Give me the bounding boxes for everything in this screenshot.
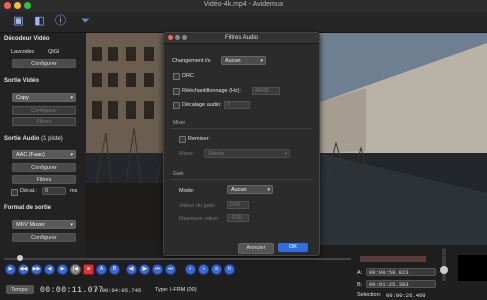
audio-delay-checkbox[interactable] <box>173 102 180 109</box>
output-format-heading: Format de sortie <box>4 205 52 211</box>
ok-button[interactable]: OK <box>278 243 308 252</box>
marker-b-value[interactable]: 00:01:25.383 <box>366 280 436 288</box>
audio-shift-input[interactable]: 0 <box>42 187 66 195</box>
gain-value-input[interactable]: 0.00 <box>227 201 249 209</box>
chevron-down-icon: ▾ <box>260 58 263 64</box>
audio-filters-dialog: Filtres Audio Changement i/s Aucun ▾ DRC … <box>163 32 320 256</box>
selection-value: 00:00:26.460 <box>386 292 426 299</box>
audio-codec-select[interactable]: AAC (Faac) ▾ <box>12 150 76 159</box>
dialog-title: Filtres Audio <box>224 35 258 41</box>
mixer-group-label: Mixer <box>173 120 186 126</box>
goto-end-icon[interactable]: ⏭ <box>165 264 176 275</box>
next-frame-icon[interactable]: ▶ <box>57 264 68 275</box>
audio-delay-input[interactable]: 0 <box>224 101 250 109</box>
volume-handle[interactable] <box>440 266 448 274</box>
lavcodec-label: Lavcodec <box>11 49 35 55</box>
prev-frame-icon[interactable]: ◀ <box>44 264 55 275</box>
video-filters-button[interactable]: Filtres <box>12 117 76 126</box>
filter-icon[interactable]: ⏷ <box>79 15 92 28</box>
muxer-select[interactable]: MKV Muxer ▾ <box>12 220 76 229</box>
mixer-group-divider <box>170 128 313 129</box>
video-output-heading: Sortie Vidéo <box>4 78 39 84</box>
audio-configure-button[interactable]: Configurer <box>12 163 76 172</box>
chevron-down-icon: ▾ <box>267 187 270 193</box>
video-configure-button[interactable]: Configurer <box>12 106 76 115</box>
format-configure-button[interactable]: Configurer <box>12 233 76 242</box>
save-icon[interactable]: ◧ <box>33 15 46 28</box>
time-button[interactable]: Temps: <box>6 285 34 294</box>
goto-a-icon[interactable]: a <box>211 264 222 275</box>
resample-label: Rééchantillonnage (Hz): <box>182 88 242 94</box>
goto-b-icon[interactable]: b <box>224 264 235 275</box>
window-title: Vidéo-4k.mp4 - Avidemux <box>203 1 284 8</box>
goto-start-icon[interactable]: ⏮ <box>152 264 163 275</box>
chevron-down-icon: ▾ <box>70 152 73 158</box>
drc-checkbox[interactable] <box>173 73 180 80</box>
minimize-icon[interactable] <box>175 35 180 40</box>
prev-black-icon[interactable]: ◐ <box>185 264 196 275</box>
drc-label: DRC <box>182 73 194 79</box>
seek-track <box>4 258 351 260</box>
mixer-label: Mixer: <box>179 151 194 157</box>
close-icon[interactable] <box>168 35 173 40</box>
chevron-down-icon: ▾ <box>70 95 73 101</box>
gain-value-label: Valeur du gain: <box>179 203 216 209</box>
volume-slider[interactable] <box>442 248 446 282</box>
audio-shift-unit: ms <box>70 188 78 194</box>
video-codec-select[interactable]: Copy ▾ <box>12 93 76 102</box>
remix-checkbox[interactable] <box>179 136 186 143</box>
dialog-titlebar: Filtres Audio <box>164 33 319 44</box>
fps-change-select[interactable]: Aucun ▾ <box>221 56 266 65</box>
next-cut-icon[interactable]: |▶ <box>139 264 150 275</box>
gain-mode-select[interactable]: Aucun ▾ <box>227 185 273 194</box>
selection-label: Selection: <box>357 292 382 298</box>
cancel-button[interactable]: Annuler <box>238 243 274 254</box>
rewind-icon[interactable]: ◀◀ <box>18 264 29 275</box>
chevron-down-icon: ▾ <box>70 222 73 228</box>
play-icon[interactable]: ▶ <box>5 264 16 275</box>
video-decoder-heading: Décodeur Vidéo <box>4 36 50 42</box>
seek-handle[interactable] <box>17 255 23 261</box>
audio-output-heading: Sortie Audio (1 piste) <box>4 136 63 142</box>
left-panel: Décodeur Vidéo Lavcodec QtGl Configurer … <box>0 33 86 258</box>
gain-group-divider <box>170 179 313 180</box>
audio-shift-checkbox[interactable] <box>11 189 18 196</box>
resample-input[interactable]: 44100 <box>252 87 280 95</box>
fast-forward-icon[interactable]: ▶▶ <box>31 264 42 275</box>
gain-group-label: Gain <box>173 171 184 177</box>
selection-strip <box>360 256 426 262</box>
mixer-select[interactable]: Stéréo ▾ <box>204 149 290 158</box>
audio-filters-button[interactable]: Filtres <box>12 175 76 184</box>
lavcodec-value: QtGl <box>48 49 60 55</box>
set-marker-b-icon[interactable]: B <box>109 264 120 275</box>
set-marker-a-icon[interactable]: A <box>96 264 107 275</box>
decoder-configure-button[interactable]: Configurer <box>12 59 76 68</box>
max-value-label: Maximum value: <box>179 216 220 222</box>
total-duration: / 00:04:05.745 <box>95 287 142 294</box>
audio-shift-label: Décal.: <box>20 188 38 194</box>
marker-b-label: B: <box>357 282 363 288</box>
open-file-icon[interactable]: ▣ <box>12 15 25 28</box>
resample-checkbox[interactable] <box>173 88 180 95</box>
next-black-icon[interactable]: ◑ <box>198 264 209 275</box>
info-icon[interactable]: ⓘ <box>54 15 67 28</box>
record-marker-icon[interactable]: ■ <box>83 264 94 275</box>
frame-type: Type: I-FRM (00) <box>155 287 197 293</box>
marker-a-value[interactable]: 00:00:58.823 <box>366 268 436 276</box>
prev-keyframe-icon[interactable]: |◀ <box>70 264 81 275</box>
toolbar: ▣ ◧ ⓘ ⏷ <box>0 12 487 33</box>
playback-controls: ▶ ◀◀ ▶▶ ◀ ▶ |◀ ■ A B ◀| |▶ ⏮ ⏭ ◐ ◑ a b <box>0 262 355 278</box>
marker-a-label: A: <box>357 270 363 276</box>
max-value-input[interactable]: -3.00 <box>227 214 249 222</box>
chevron-down-icon: ▾ <box>284 151 287 157</box>
fps-change-label: Changement i/s <box>172 58 211 64</box>
audio-delay-label: Décalage audio: <box>182 102 222 108</box>
maximize-icon[interactable] <box>182 35 187 40</box>
gain-mode-label: Mode: <box>179 188 195 194</box>
remix-label: Remixer: <box>188 136 211 142</box>
prev-cut-icon[interactable]: ◀| <box>126 264 137 275</box>
